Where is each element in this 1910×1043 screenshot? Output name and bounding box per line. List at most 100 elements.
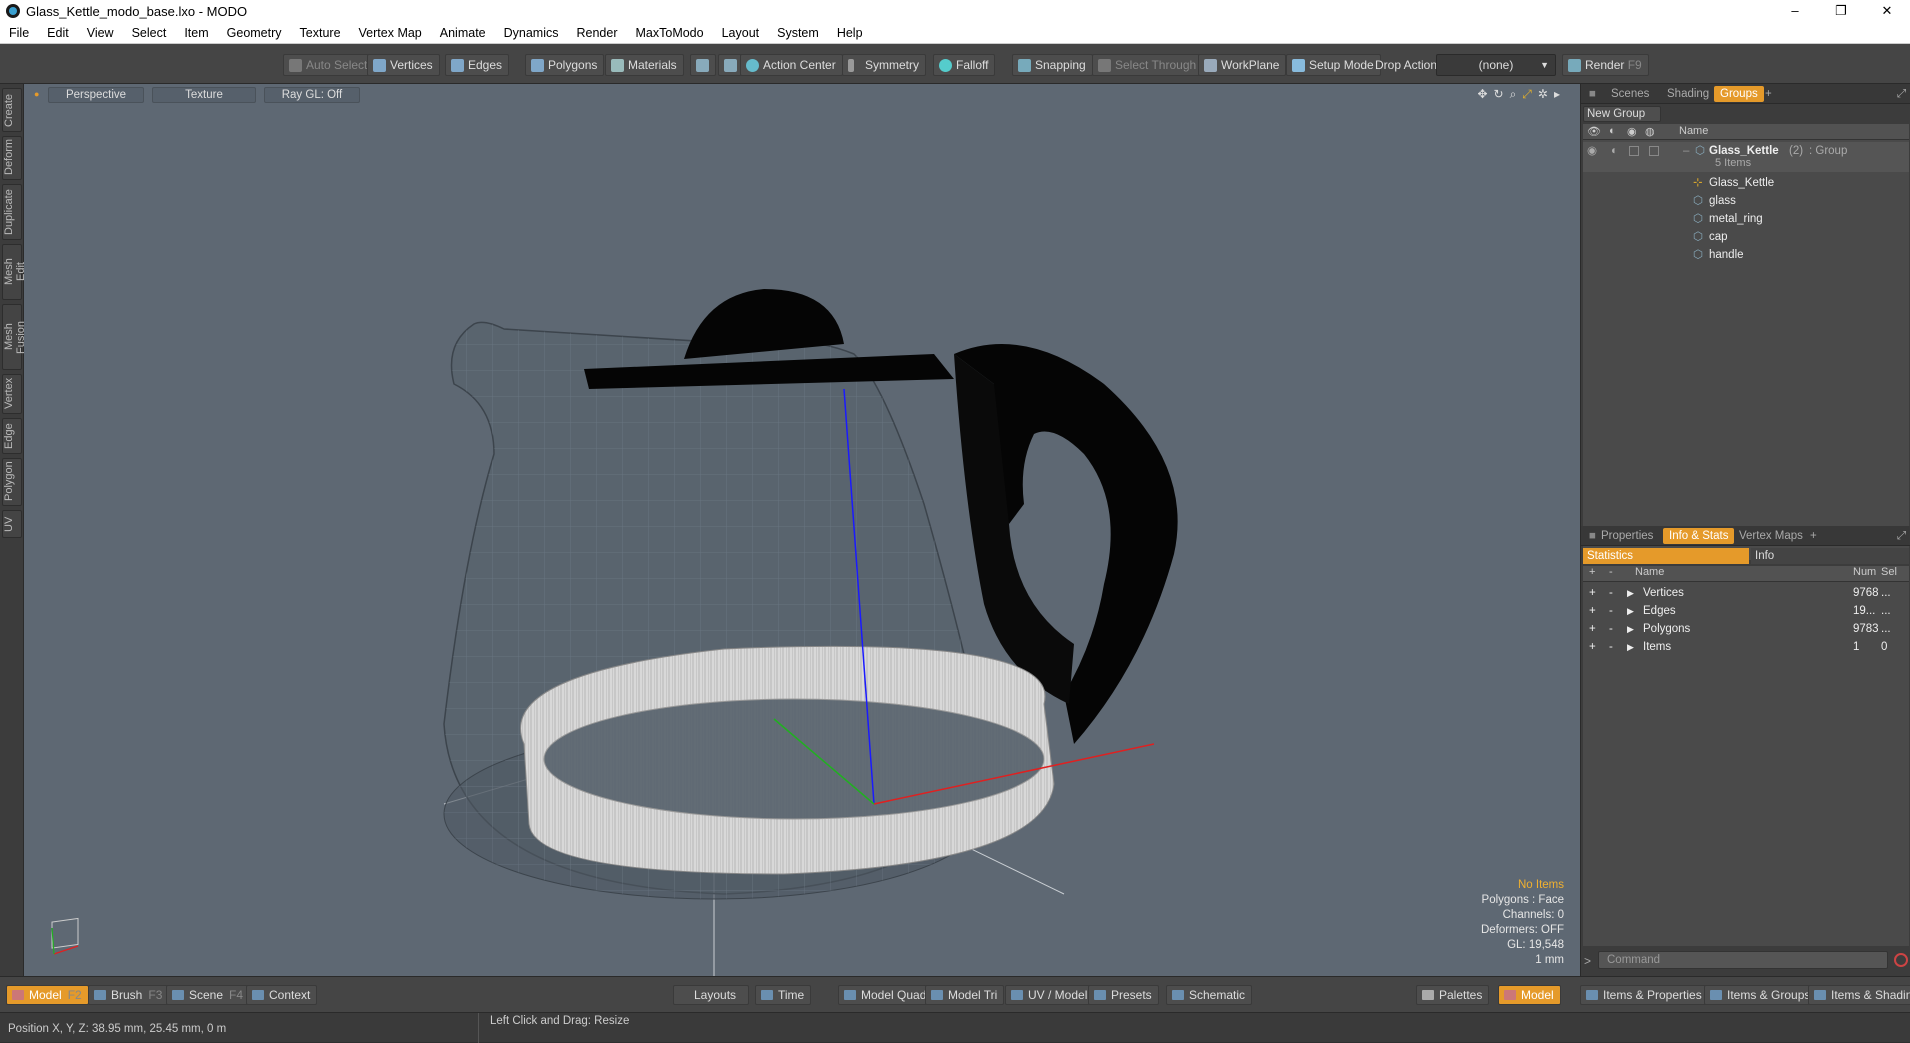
3d-viewport[interactable]: ● Perspective Texture Ray GL: Off ✥ ↻ ⌕ … xyxy=(24,84,1580,976)
menu-system[interactable]: System xyxy=(768,26,828,40)
uv-model-button[interactable]: UV / Model xyxy=(1005,985,1095,1005)
menu-edit[interactable]: Edit xyxy=(38,26,78,40)
menu-maxtomodo[interactable]: MaxToModo xyxy=(627,26,713,40)
context-button[interactable]: Context xyxy=(246,985,318,1005)
time-button[interactable]: Time xyxy=(755,985,812,1005)
menu-vertex-map[interactable]: Vertex Map xyxy=(350,26,431,40)
brush-mode-button[interactable]: Brush F3 xyxy=(88,985,170,1005)
collapse-all-icon[interactable]: - xyxy=(1609,566,1613,578)
add-icon[interactable]: + xyxy=(1589,584,1596,602)
group-item-cap[interactable]: ⬡ cap xyxy=(1583,228,1909,246)
snapping-button[interactable]: Snapping xyxy=(1012,54,1093,76)
add-tab-icon[interactable]: + xyxy=(1804,528,1823,544)
tab-vertex[interactable]: Vertex xyxy=(2,374,22,414)
group-render-checkbox[interactable] xyxy=(1649,146,1659,156)
menu-layout[interactable]: Layout xyxy=(713,26,769,40)
render-button[interactable]: Render F9 xyxy=(1562,54,1649,76)
symmetry-button[interactable]: Symmetry xyxy=(842,54,926,76)
expand-panel-icon[interactable]: ⤢ xyxy=(1891,86,1910,102)
items-properties-button[interactable]: Items & Properties xyxy=(1580,985,1709,1005)
model-quad-button[interactable]: Model Quad xyxy=(838,985,934,1005)
group-visibility-icon[interactable]: ◉ xyxy=(1587,142,1597,160)
menu-item[interactable]: Item xyxy=(175,26,217,40)
tab-scenes[interactable]: Scenes xyxy=(1605,86,1655,102)
falloff-button[interactable]: Falloff xyxy=(933,54,996,76)
remove-icon[interactable]: - xyxy=(1609,620,1613,638)
expand-panel-icon[interactable]: ⤢ xyxy=(1891,528,1910,544)
expand-all-icon[interactable]: + xyxy=(1589,566,1595,578)
select-through-button[interactable]: Select Through xyxy=(1092,54,1204,76)
group-select-checkbox[interactable] xyxy=(1629,146,1639,156)
expand-arrow-icon[interactable]: ▶ xyxy=(1627,620,1634,638)
panel-menu-icon[interactable]: ■ xyxy=(1583,86,1602,102)
menu-view[interactable]: View xyxy=(78,26,123,40)
materials-button[interactable]: Materials xyxy=(605,54,684,76)
stat-row-polygons[interactable]: + - ▶ Polygons 9783 ... xyxy=(1583,620,1909,638)
tab-edge[interactable]: Edge xyxy=(2,418,22,454)
menu-help[interactable]: Help xyxy=(828,26,872,40)
record-icon[interactable] xyxy=(1894,953,1908,967)
schematic-button[interactable]: Schematic xyxy=(1166,985,1253,1005)
minimize-button[interactable]: – xyxy=(1772,0,1818,22)
menu-render[interactable]: Render xyxy=(568,26,627,40)
menu-file[interactable]: File xyxy=(0,26,38,40)
group-item-glass[interactable]: ⬡ glass xyxy=(1583,192,1909,210)
tab-properties[interactable]: Properties xyxy=(1595,528,1659,544)
tab-groups[interactable]: Groups xyxy=(1714,86,1764,102)
presets-button[interactable]: Presets xyxy=(1088,985,1159,1005)
menu-animate[interactable]: Animate xyxy=(431,26,495,40)
group-row[interactable]: ◉ ◐ – ⬡ Glass_Kettle (2) : Group 5 Items xyxy=(1583,142,1909,172)
model-layout-button[interactable]: Model xyxy=(1498,985,1561,1005)
command-input[interactable]: Command xyxy=(1598,951,1888,969)
menu-geometry[interactable]: Geometry xyxy=(218,26,291,40)
stat-row-edges[interactable]: + - ▶ Edges 19... ... xyxy=(1583,602,1909,620)
remove-icon[interactable]: - xyxy=(1609,638,1613,656)
model-mode-button[interactable]: Model F2 xyxy=(6,985,89,1005)
scene-mode-button[interactable]: Scene F4 xyxy=(166,985,251,1005)
tab-duplicate[interactable]: Duplicate xyxy=(2,184,22,240)
tab-vertex-maps[interactable]: Vertex Maps xyxy=(1733,528,1809,544)
workplane-button[interactable]: WorkPlane xyxy=(1198,54,1287,76)
add-icon[interactable]: + xyxy=(1589,602,1596,620)
layouts-button[interactable]: Layouts xyxy=(673,985,749,1005)
menu-texture[interactable]: Texture xyxy=(291,26,350,40)
tab-mesh-fusion[interactable]: Mesh Fusion xyxy=(2,304,27,370)
menu-dynamics[interactable]: Dynamics xyxy=(495,26,568,40)
group-item-glass-kettle[interactable]: ⊹ Glass_Kettle xyxy=(1583,174,1909,192)
group-lock-icon[interactable]: ◐ xyxy=(1611,142,1618,160)
add-icon[interactable]: + xyxy=(1589,638,1596,656)
pivot-toggle-button[interactable] xyxy=(690,54,716,76)
palettes-button[interactable]: Palettes xyxy=(1416,985,1490,1005)
setup-mode-button[interactable]: Setup Mode xyxy=(1286,54,1381,76)
auto-select-button[interactable]: Auto Select xyxy=(283,54,375,76)
tab-uv[interactable]: UV xyxy=(2,510,22,538)
menu-select[interactable]: Select xyxy=(123,26,176,40)
tab-deform[interactable]: Deform xyxy=(2,136,22,180)
stat-row-vertices[interactable]: + - ▶ Vertices 9768 ... xyxy=(1583,584,1909,602)
polygons-button[interactable]: Polygons xyxy=(525,54,605,76)
collapse-icon[interactable]: – xyxy=(1683,142,1689,160)
expand-arrow-icon[interactable]: ▶ xyxy=(1627,584,1634,602)
drop-action-select[interactable]: (none) ▼ xyxy=(1436,54,1556,76)
remove-icon[interactable]: - xyxy=(1609,602,1613,620)
tab-info-stats[interactable]: Info & Stats xyxy=(1663,528,1735,544)
tab-shading[interactable]: Shading xyxy=(1661,86,1715,102)
add-tab-icon[interactable]: + xyxy=(1759,86,1778,102)
tab-create[interactable]: Create xyxy=(2,88,22,132)
vertices-button[interactable]: Vertices xyxy=(367,54,440,76)
statistics-subtab[interactable]: Statistics xyxy=(1583,548,1749,564)
stat-row-items[interactable]: + - ▶ Items 1 0 xyxy=(1583,638,1909,656)
tab-mesh-edit[interactable]: Mesh Edit xyxy=(2,244,27,300)
model-tri-button[interactable]: Model Tri xyxy=(925,985,1005,1005)
items-shading-button[interactable]: Items & Shading xyxy=(1808,985,1910,1005)
action-center-button[interactable]: Action Center xyxy=(740,54,843,76)
info-subtab[interactable]: Info xyxy=(1751,548,1909,564)
remove-icon[interactable]: - xyxy=(1609,584,1613,602)
tab-polygon[interactable]: Polygon xyxy=(2,458,22,506)
edges-button[interactable]: Edges xyxy=(445,54,510,76)
restore-button[interactable]: ❐ xyxy=(1818,0,1864,22)
group-item-metal-ring[interactable]: ⬡ metal_ring xyxy=(1583,210,1909,228)
group-item-handle[interactable]: ⬡ handle xyxy=(1583,246,1909,264)
expand-arrow-icon[interactable]: ▶ xyxy=(1627,602,1634,620)
close-button[interactable]: ✕ xyxy=(1864,0,1910,22)
